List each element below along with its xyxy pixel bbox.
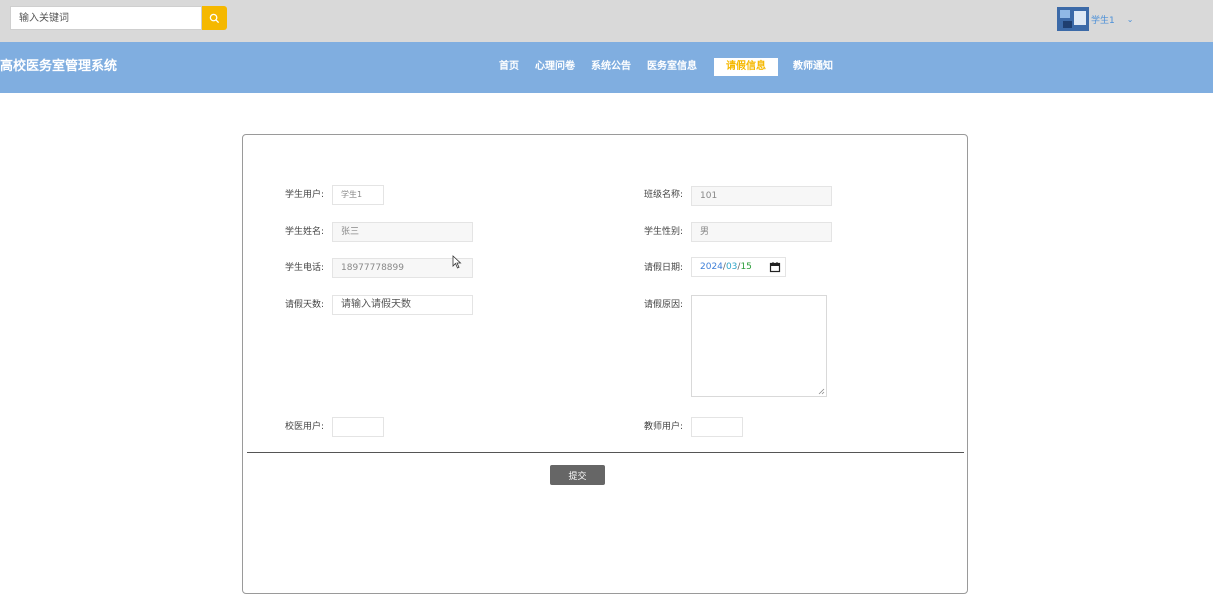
leave-days-input[interactable]: 请输入请假天数 — [332, 295, 473, 315]
student-name-field[interactable]: 张三 — [332, 222, 473, 242]
leave-date-year: 2024 — [700, 262, 723, 272]
teacher-user-field[interactable] — [691, 417, 743, 437]
submit-button[interactable]: 提交 — [550, 465, 605, 485]
search-icon — [209, 13, 220, 23]
nav-bar: 高校医务室管理系统 首页 心理问卷 系统公告 医务室信息 请假信息 教师通知 — [0, 42, 1213, 93]
main-nav: 首页 心理问卷 系统公告 医务室信息 请假信息 教师通知 — [494, 58, 844, 76]
resize-grip-icon[interactable] — [818, 388, 825, 395]
nav-item-announcement[interactable]: 系统公告 — [586, 58, 636, 76]
student-user-field[interactable]: 学生1 — [332, 185, 384, 205]
search-input[interactable] — [10, 6, 202, 30]
form-divider — [247, 452, 964, 453]
calendar-icon[interactable] — [769, 261, 781, 273]
nav-item-leave-info[interactable]: 请假信息 — [714, 58, 778, 76]
avatar — [1057, 7, 1089, 31]
nav-item-questionnaire[interactable]: 心理问卷 — [530, 58, 580, 76]
student-gender-field[interactable]: 男 — [691, 222, 832, 242]
class-name-field[interactable]: 101 — [691, 186, 832, 206]
leave-reason-textarea[interactable] — [691, 295, 827, 397]
nav-item-home[interactable]: 首页 — [494, 58, 524, 76]
user-menu[interactable]: 学生1 ⌄ — [1057, 7, 1133, 31]
leave-date-day: 15 — [740, 262, 752, 272]
chevron-down-icon: ⌄ — [1126, 14, 1134, 24]
doctor-user-field[interactable] — [332, 417, 384, 437]
top-bar: 学生1 ⌄ — [0, 0, 1213, 42]
leave-date-month: 03 — [725, 262, 738, 272]
student-user-label: 学生用户: — [285, 190, 325, 200]
student-phone-label: 学生电话: — [285, 263, 325, 273]
mouse-cursor-icon — [452, 255, 462, 269]
student-gender-label: 学生性别: — [644, 227, 684, 237]
leave-date-field[interactable]: 2024/03/15 — [691, 257, 786, 277]
search-button[interactable] — [202, 6, 227, 30]
leave-days-label: 请假天数: — [285, 300, 325, 310]
teacher-user-label: 教师用户: — [644, 422, 684, 432]
site-title: 高校医务室管理系统 — [0, 59, 118, 74]
user-name: 学生1 — [1091, 15, 1115, 26]
nav-item-teacher-notice[interactable]: 教师通知 — [788, 58, 838, 76]
nav-item-clinic-info[interactable]: 医务室信息 — [642, 58, 702, 76]
doctor-user-label: 校医用户: — [285, 422, 325, 432]
leave-date-label: 请假日期: — [644, 263, 684, 273]
leave-form-panel: 学生用户: 学生1 班级名称: 101 学生姓名: 张三 学生性别: 男 学生电… — [242, 134, 968, 594]
leave-reason-label: 请假原因: — [644, 300, 684, 310]
class-name-label: 班级名称: — [644, 190, 684, 200]
student-name-label: 学生姓名: — [285, 227, 325, 237]
